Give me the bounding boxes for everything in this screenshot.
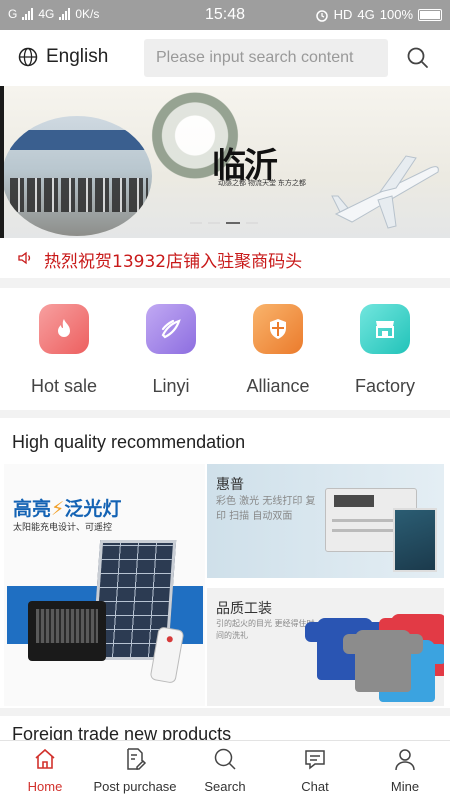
tab-home[interactable]: Home [0,745,90,794]
tab-search[interactable]: Search [180,745,270,794]
speaker-icon [18,251,31,265]
product-headline: 高亮⚡泛光灯 [13,498,122,520]
tab-label: Home [27,779,63,794]
chat-icon [305,750,325,770]
category-linyi[interactable]: Linyi [116,304,226,397]
shirt-image-grey [343,630,423,692]
peacock-print-image [393,508,437,572]
card-title: 品质工装 [216,601,272,617]
banner-people [10,178,148,212]
banner-edge [0,86,4,238]
search-icon [214,748,236,770]
airplane-icon [331,155,439,229]
product-subtitle: 太阳能充电设计、可遥控 [13,523,113,533]
banner-tagline: 动感之都 物流天堂 东方之都 [218,180,306,187]
header: English [0,30,450,86]
category-label: Alliance [246,376,310,396]
notice-text: 热烈祝贺13932店铺入驻聚商码头 [44,252,303,272]
store-icon [360,304,410,354]
banner-stage-backdrop [10,130,145,150]
category-alliance[interactable]: Alliance [223,304,333,397]
category-label: Linyi [152,376,190,396]
alarm-icon [315,9,328,22]
home-icon [35,748,55,769]
recommendation-main-card[interactable]: 高亮⚡泛光灯 太阳能充电设计、可遥控 [4,464,205,706]
app-screen: G 4G 0K/s 15:48 HD 4G 100% English Pleas… [0,0,450,800]
tab-label: Chat [301,779,329,794]
category-label: Hot sale [30,376,98,396]
floodlight-image [28,601,106,661]
leaf-icon [146,304,196,354]
battery-icon [418,8,442,21]
category-grid: Hot sale Linyi Alliance Factory [0,288,450,410]
tab-label: Mine [390,779,420,794]
category-hot-sale[interactable]: Hot sale [9,304,119,397]
flame-icon [39,304,89,354]
card-subtitle: 彩色 激光 无线打印 复印 扫描 自动双面 [216,496,316,522]
user-icon [395,749,415,771]
hd-label: HD [333,7,353,22]
tab-post-purchase[interactable]: Post purchase [90,745,180,794]
battery-percent: 100% [379,7,413,22]
globe-icon [18,47,38,67]
card-title: 惠普 [216,477,244,493]
bottom-tab-bar: Home Post purchase Search Chat Mine [0,740,450,800]
section-title: High quality recommendation [12,432,246,452]
tab-label: Post purchase [93,779,177,794]
status-bar: G 4G 0K/s 15:48 HD 4G 100% [0,0,450,30]
tab-chat[interactable]: Chat [270,745,360,794]
category-label: Factory [354,376,415,396]
recommendation-card-workwear[interactable]: 品质工装 引的起火的目光 更经得住时间的洗礼 [207,588,444,706]
edit-document-icon [127,748,147,770]
tab-label: Search [204,779,246,794]
notice-bar[interactable]: 热烈祝贺13932店铺入驻聚商码头 [0,238,450,278]
shield-icon [253,304,303,354]
tab-mine[interactable]: Mine [360,745,450,794]
language-label: English [46,46,109,67]
recommendation-section: High quality recommendation 高亮⚡泛光灯 太阳能充电… [0,418,450,708]
banner-pagination [190,222,258,224]
search-icon[interactable] [406,46,430,70]
category-factory[interactable]: Factory [330,304,440,397]
search-input[interactable] [144,39,388,77]
status-right: HD 4G 100% [315,7,442,22]
banner-event-photo [2,116,152,236]
recommendation-card-printer[interactable]: 惠普 彩色 激光 无线打印 复印 扫描 自动双面 [207,464,444,578]
language-selector[interactable]: English [18,46,108,68]
network-type-right: 4G [357,7,375,22]
